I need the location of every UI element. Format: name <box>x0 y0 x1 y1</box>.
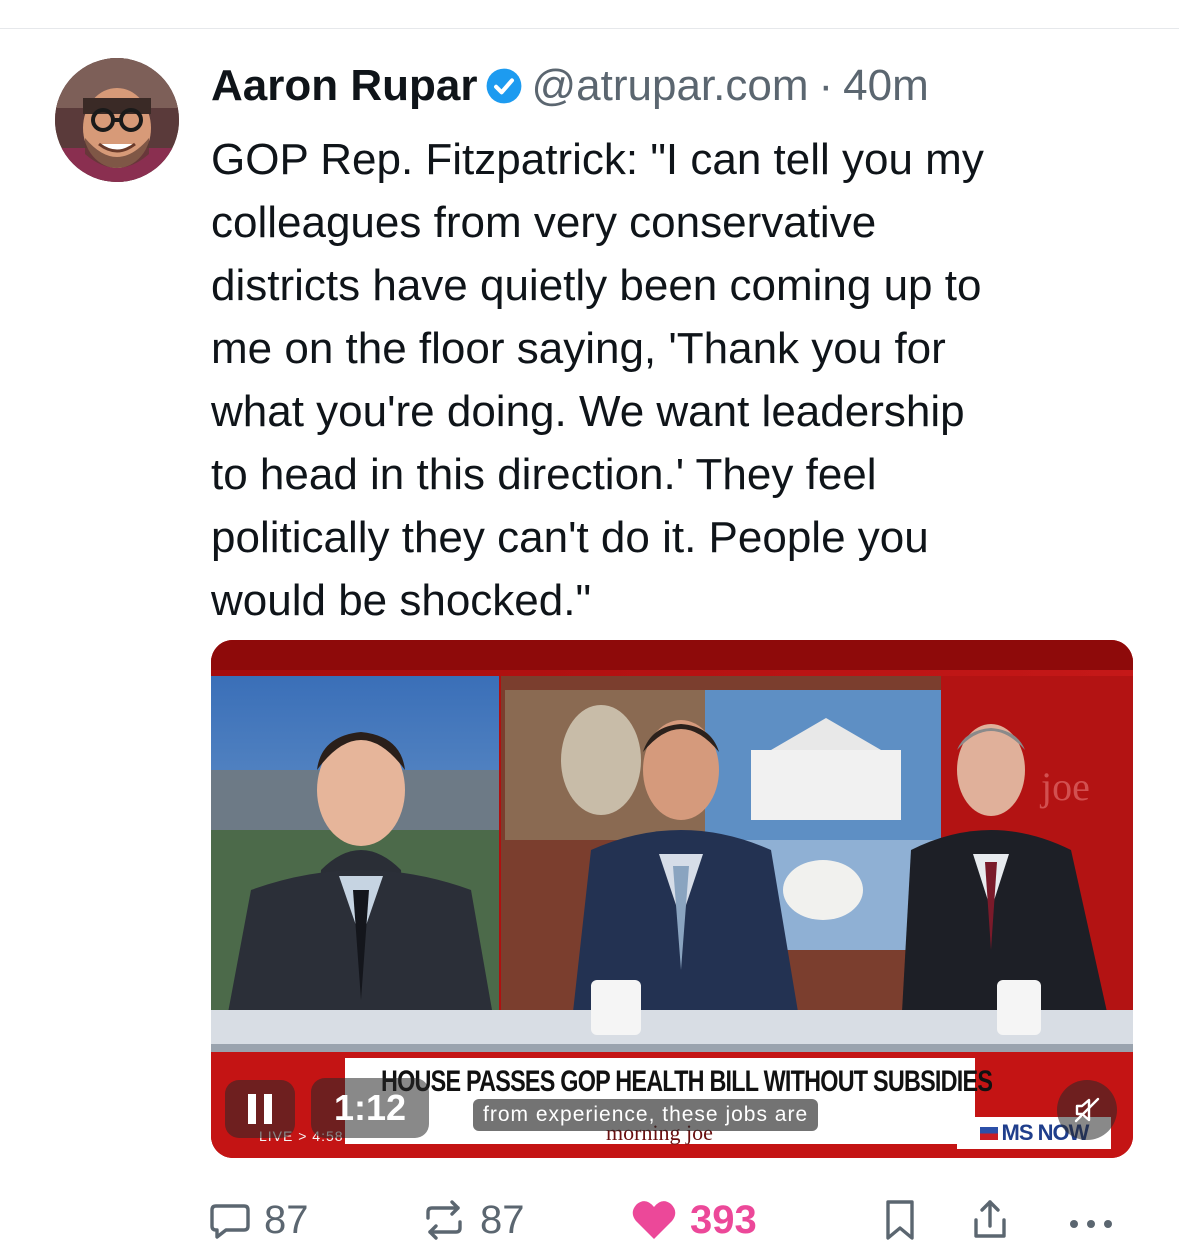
mute-button[interactable] <box>1057 1080 1117 1140</box>
like-count: 393 <box>690 1197 757 1242</box>
post-header: Aaron Rupar @atrupar.com · 40m <box>211 58 929 114</box>
like-button[interactable]: 393 <box>630 1190 757 1250</box>
action-bar: 87 87 393 <box>0 1190 1179 1250</box>
bookmark-button[interactable] <box>880 1190 920 1250</box>
reply-button[interactable]: 87 <box>208 1190 309 1250</box>
heart-icon <box>632 1201 676 1239</box>
mute-icon <box>1074 1097 1100 1123</box>
video-caption: from experience, these jobs are <box>473 1099 819 1131</box>
pause-icon <box>248 1094 272 1124</box>
post-text: GOP Rep. Fitzpatrick: "I can tell you my… <box>211 135 984 625</box>
avatar-image <box>55 58 179 182</box>
verified-badge-icon <box>485 67 523 105</box>
reply-count: 87 <box>264 1197 309 1242</box>
avatar[interactable] <box>55 58 179 182</box>
repost-button[interactable]: 87 <box>420 1190 525 1250</box>
share-icon <box>974 1200 1006 1238</box>
post-timestamp[interactable]: 40m <box>843 61 929 111</box>
flag-icon <box>979 1126 998 1140</box>
bookmark-icon <box>886 1200 914 1240</box>
author-handle[interactable]: @atrupar.com <box>531 61 808 111</box>
pause-button[interactable] <box>225 1080 295 1138</box>
top-divider <box>0 28 1179 29</box>
author-name[interactable]: Aaron Rupar <box>211 61 477 111</box>
svg-text:joe: joe <box>1039 764 1090 809</box>
elapsed-time: 1:12 <box>311 1078 429 1138</box>
share-button[interactable] <box>970 1190 1010 1250</box>
video-player[interactable]: joe HOUSE PASSES GOP HEALTH BILL WITHOUT… <box>211 640 1133 1158</box>
header-separator: · <box>818 61 834 110</box>
repost-count: 87 <box>480 1197 525 1242</box>
repost-icon <box>426 1200 462 1240</box>
more-button[interactable] <box>1066 1190 1116 1250</box>
more-icon <box>1070 1220 1112 1228</box>
reply-icon <box>210 1204 250 1239</box>
